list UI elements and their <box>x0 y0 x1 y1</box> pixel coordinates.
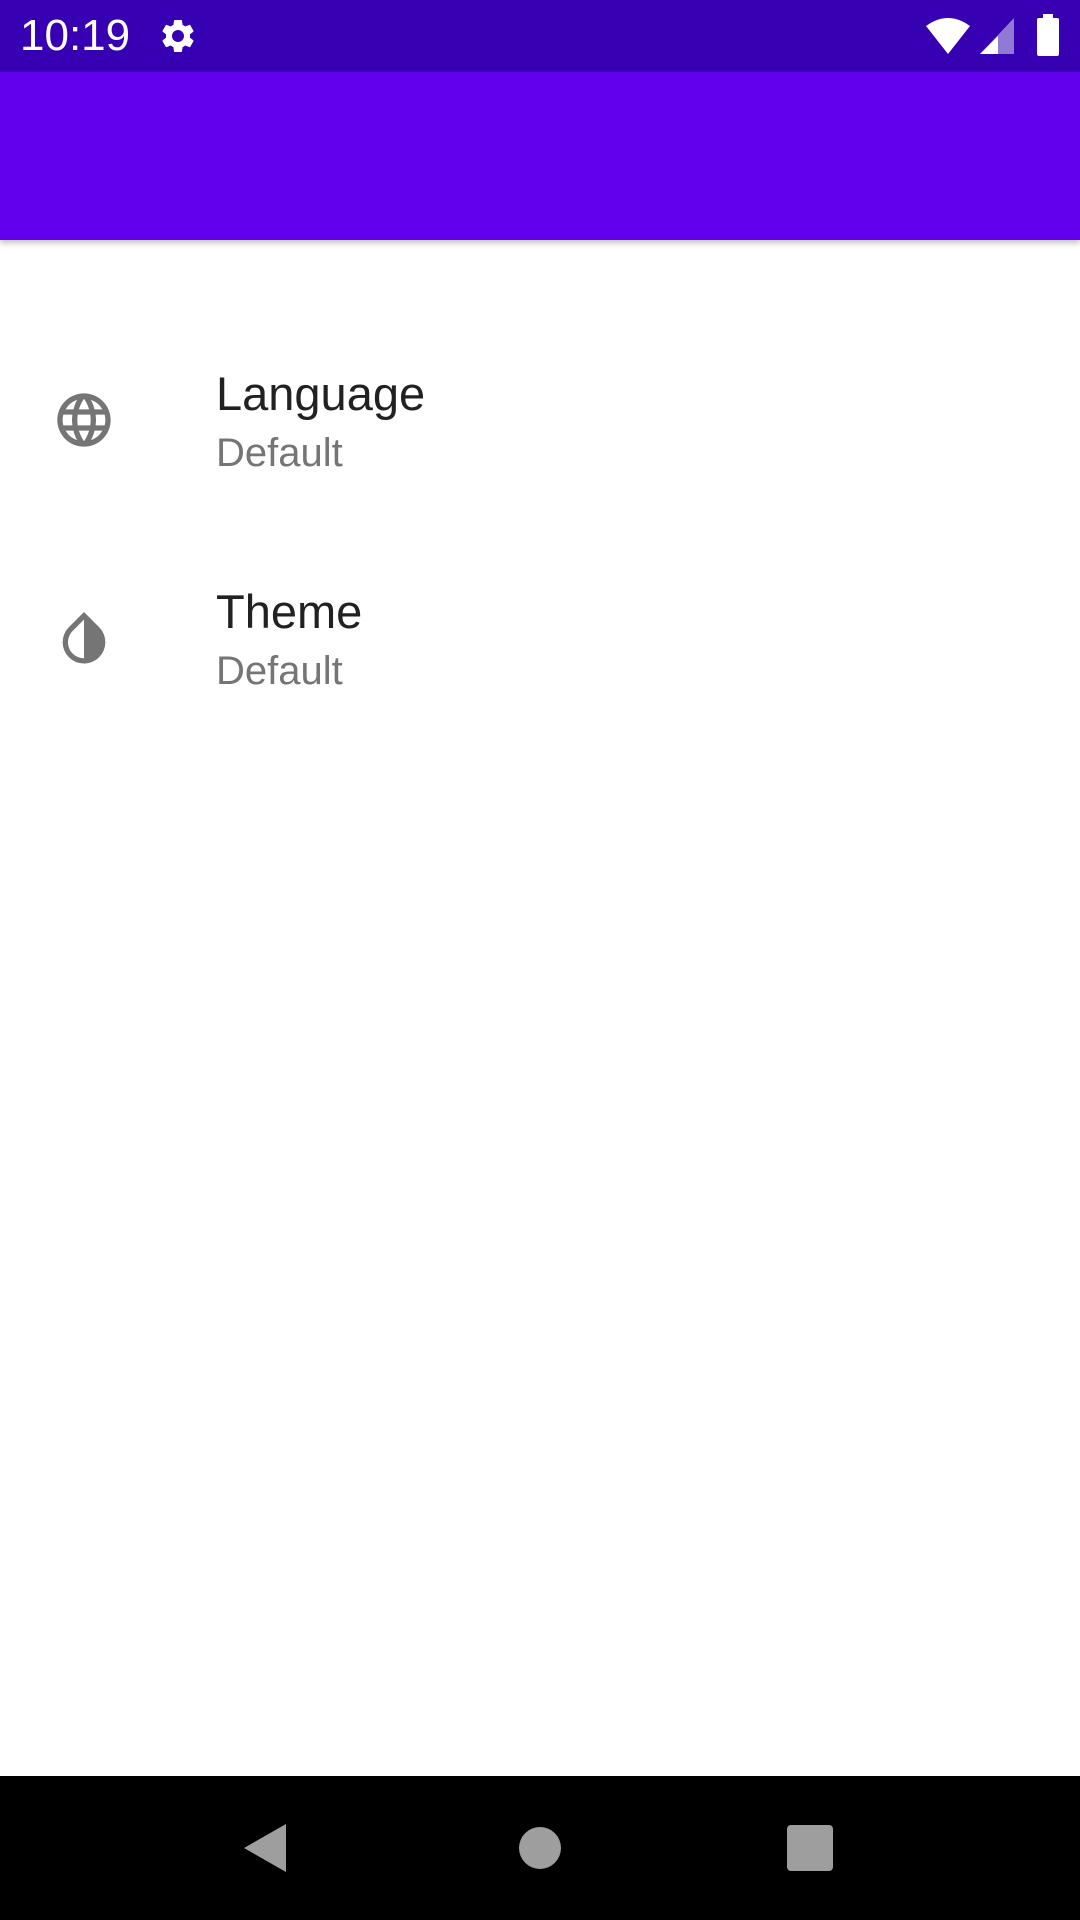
language-summary: Default <box>216 431 343 475</box>
theme-title: Theme <box>216 585 363 638</box>
language-preference[interactable]: Language Default <box>0 312 1080 530</box>
invert-colors-icon <box>52 606 116 670</box>
signal-icon <box>978 16 1016 56</box>
status-time: 10:19 <box>20 11 131 60</box>
gear-icon <box>158 16 198 56</box>
status-bar: 10:19 <box>0 0 1080 72</box>
wifi-icon <box>924 16 972 56</box>
theme-summary: Default <box>216 649 343 693</box>
back-icon[interactable] <box>238 1818 298 1878</box>
battery-icon <box>1036 14 1060 56</box>
recents-icon[interactable] <box>780 1818 840 1878</box>
settings-screen: 10:19 Language Default Theme Default <box>0 0 1080 1920</box>
globe-icon <box>52 388 116 452</box>
theme-preference[interactable]: Theme Default <box>0 530 1080 748</box>
language-title: Language <box>216 367 426 420</box>
home-icon[interactable] <box>510 1818 570 1878</box>
app-bar <box>0 72 1080 240</box>
navigation-bar <box>0 1776 1080 1920</box>
